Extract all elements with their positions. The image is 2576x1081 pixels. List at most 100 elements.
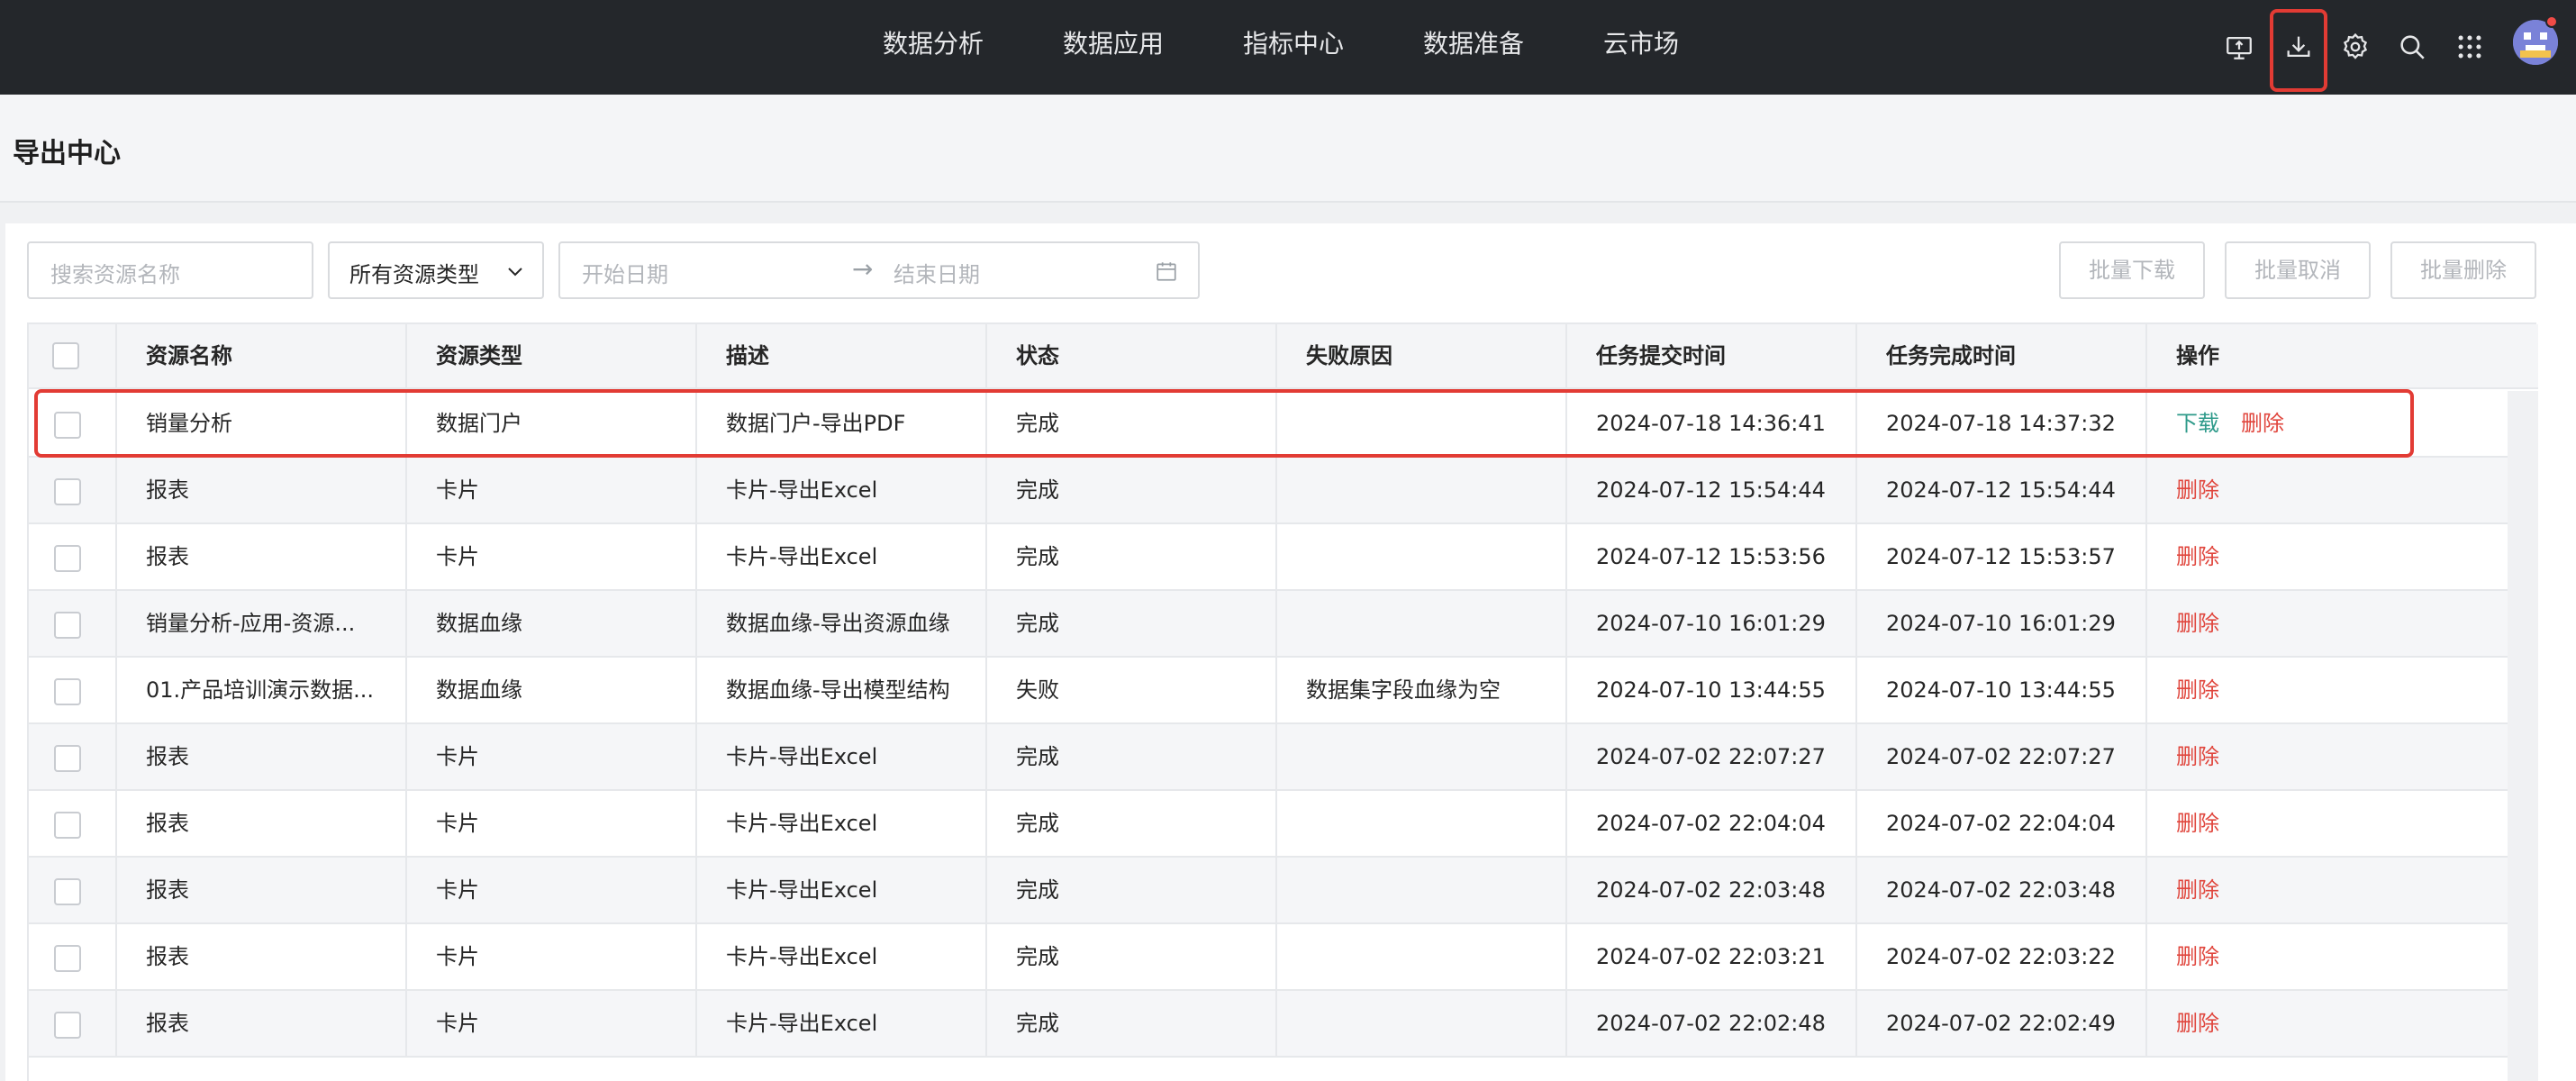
nav-item-data-analysis[interactable]: 数据分析 <box>883 0 984 95</box>
page-title: 导出中心 <box>13 138 121 169</box>
cell-submit-time: 2024-07-02 22:02:48 <box>1567 991 1857 1056</box>
table-row[interactable]: 01.产品培训演示数据... 数据血缘 数据血缘-导出模型结构 失败 数据集字段血缘为空… <box>29 658 2508 724</box>
row-checkbox[interactable] <box>54 478 81 505</box>
cell-resource-type: 数据血缘 <box>407 658 697 722</box>
row-checkbox[interactable] <box>54 545 81 572</box>
export-panel: 搜索资源名称 所有资源类型 开始日期 → 结束日期 批量下载 批量取消 批量删除… <box>5 223 2576 1081</box>
delete-link[interactable]: 删除 <box>2176 611 2219 636</box>
delete-link[interactable]: 删除 <box>2176 677 2219 703</box>
col-status: 状态 <box>987 324 1277 389</box>
cell-finish-time: 2024-07-10 13:44:55 <box>1857 658 2147 722</box>
row-checkbox[interactable] <box>54 678 81 705</box>
search-icon[interactable] <box>2385 20 2439 74</box>
cell-description: 数据血缘-导出资源血缘 <box>697 591 987 656</box>
search-input[interactable]: 搜索资源名称 <box>27 241 313 299</box>
cell-actions: 删除 <box>2147 991 2508 1056</box>
col-submit-time: 任务提交时间 <box>1567 324 1857 389</box>
cell-resource-type: 卡片 <box>407 524 697 589</box>
cell-description: 卡片-导出Excel <box>697 458 987 522</box>
cell-actions: 删除 <box>2147 924 2508 989</box>
cell-description: 卡片-导出Excel <box>697 524 987 589</box>
delete-link[interactable]: 删除 <box>2176 877 2219 903</box>
row-select-cell <box>29 524 117 589</box>
row-checkbox[interactable] <box>54 945 81 972</box>
top-navbar: 数据分析 数据应用 指标中心 数据准备 云市场 <box>0 0 2576 95</box>
cell-finish-time: 2024-07-12 15:53:57 <box>1857 524 2147 589</box>
cell-finish-time: 2024-07-02 22:02:49 <box>1857 991 2147 1056</box>
header-select-cell <box>29 324 117 389</box>
cell-description: 卡片-导出Excel <box>697 791 987 856</box>
cell-resource-type: 卡片 <box>407 924 697 989</box>
cell-actions: 删除 <box>2147 458 2508 522</box>
batch-cancel-button[interactable]: 批量取消 <box>2225 241 2371 299</box>
search-placeholder: 搜索资源名称 <box>50 262 180 287</box>
nav-item-data-prep[interactable]: 数据准备 <box>1423 0 1524 95</box>
cell-status: 完成 <box>987 591 1277 656</box>
table-row[interactable]: 销量分析-应用-资源... 数据血缘 数据血缘-导出资源血缘 完成 2024-07-10… <box>29 591 2508 658</box>
delete-link[interactable]: 删除 <box>2176 944 2219 969</box>
row-select-cell <box>29 924 117 989</box>
delete-link[interactable]: 删除 <box>2176 477 2219 503</box>
cell-resource-name: 销量分析-应用-资源... <box>117 591 407 656</box>
row-select-cell <box>29 991 117 1056</box>
delete-link[interactable]: 删除 <box>2176 1011 2219 1036</box>
row-checkbox[interactable] <box>54 745 81 772</box>
row-select-cell <box>29 658 117 722</box>
cell-description: 卡片-导出Excel <box>697 858 987 922</box>
delete-link[interactable]: 删除 <box>2176 544 2219 569</box>
table-row[interactable]: 报表 卡片 卡片-导出Excel 完成 2024-07-02 22:07:27 2024-… <box>29 724 2508 791</box>
row-checkbox[interactable] <box>54 878 81 905</box>
date-range-picker[interactable]: 开始日期 → 结束日期 <box>558 241 1200 299</box>
cell-submit-time: 2024-07-10 13:44:55 <box>1567 658 1857 722</box>
table-row[interactable]: 报表 卡片 卡片-导出Excel 完成 2024-07-12 15:53:56 2024-… <box>29 524 2508 591</box>
monitor-upload-icon[interactable] <box>2212 20 2266 74</box>
end-date-placeholder[interactable]: 结束日期 <box>893 257 980 288</box>
cell-resource-type: 卡片 <box>407 791 697 856</box>
row-select-cell <box>29 858 117 922</box>
apps-grid-icon[interactable] <box>2443 20 2497 74</box>
table-row[interactable]: 报表 卡片 卡片-导出Excel 完成 2024-07-02 22:03:21 2024-… <box>29 924 2508 991</box>
cell-failure-reason: 数据集字段血缘为空 <box>1277 658 1567 722</box>
gear-icon[interactable] <box>2328 20 2382 74</box>
cell-failure-reason <box>1277 591 1567 656</box>
select-all-checkbox[interactable] <box>52 342 79 369</box>
cell-submit-time: 2024-07-02 22:03:48 <box>1567 858 1857 922</box>
resource-type-value: 所有资源类型 <box>349 262 479 287</box>
table-row[interactable]: 报表 卡片 卡片-导出Excel 完成 2024-07-02 22:03:48 2024-… <box>29 858 2508 924</box>
table-row[interactable]: 报表 卡片 卡片-导出Excel 完成 2024-07-02 22:02:48 2024-… <box>29 991 2508 1058</box>
nav-item-cloud-market[interactable]: 云市场 <box>1603 0 1679 95</box>
start-date-placeholder[interactable]: 开始日期 <box>582 257 668 288</box>
batch-delete-button[interactable]: 批量删除 <box>2390 241 2536 299</box>
cell-status: 完成 <box>987 724 1277 789</box>
row-select-cell <box>29 724 117 789</box>
nav-item-metrics-center[interactable]: 指标中心 <box>1243 0 1344 95</box>
col-actions: 操作 <box>2176 343 2219 368</box>
row-select-cell <box>29 458 117 522</box>
delete-link[interactable]: 删除 <box>2176 811 2219 836</box>
resource-type-select[interactable]: 所有资源类型 <box>328 241 544 299</box>
table-row[interactable]: 报表 卡片 卡片-导出Excel 完成 2024-07-02 22:04:04 2024-… <box>29 791 2508 858</box>
row-checkbox[interactable] <box>54 612 81 639</box>
row-checkbox[interactable] <box>54 812 81 839</box>
table-row[interactable]: 报表 卡片 卡片-导出Excel 完成 2024-07-12 15:54:44 2024-… <box>29 458 2508 524</box>
cell-failure-reason <box>1277 858 1567 922</box>
cell-submit-time: 2024-07-12 15:53:56 <box>1567 524 1857 589</box>
cell-failure-reason <box>1277 724 1567 789</box>
cell-resource-name: 报表 <box>117 791 407 856</box>
nav-item-data-apps[interactable]: 数据应用 <box>1063 0 1164 95</box>
row-select-cell <box>29 591 117 656</box>
table-scrollbar[interactable] <box>2508 391 2538 1081</box>
batch-download-button[interactable]: 批量下载 <box>2059 241 2205 299</box>
cell-resource-name: 01.产品培训演示数据... <box>117 658 407 722</box>
cell-finish-time: 2024-07-02 22:07:27 <box>1857 724 2147 789</box>
cell-actions: 删除 <box>2147 524 2508 589</box>
cell-actions: 删除 <box>2147 858 2508 922</box>
row-checkbox[interactable] <box>54 1012 81 1039</box>
cell-failure-reason <box>1277 791 1567 856</box>
cell-resource-type: 卡片 <box>407 724 697 789</box>
delete-link[interactable]: 删除 <box>2176 744 2219 769</box>
first-row-highlight <box>34 389 2414 458</box>
cell-status: 完成 <box>987 858 1277 922</box>
cell-finish-time: 2024-07-02 22:04:04 <box>1857 791 2147 856</box>
cell-status: 完成 <box>987 924 1277 989</box>
